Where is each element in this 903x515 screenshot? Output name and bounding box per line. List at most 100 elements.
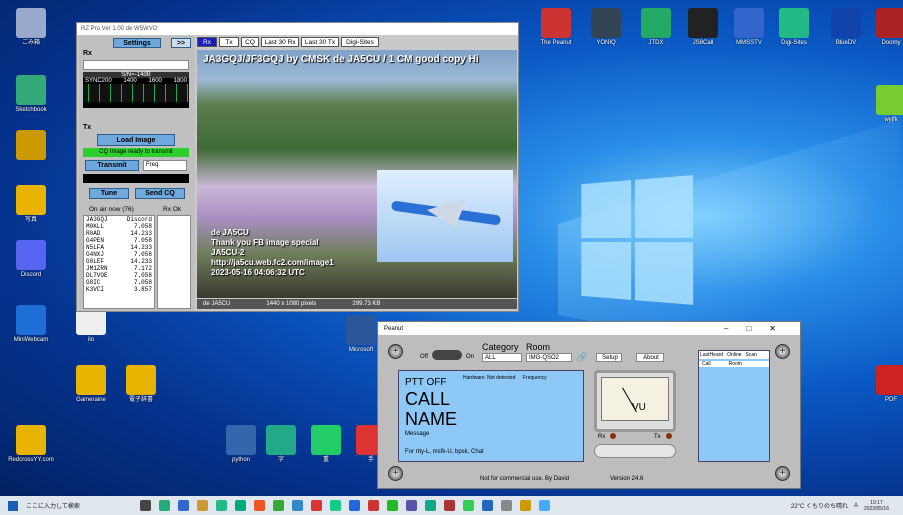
list-cell: 7.058: [133, 251, 152, 258]
tab-cq[interactable]: CQ: [241, 37, 259, 47]
desktop-icon[interactable]: MiniWebcam: [0, 305, 62, 344]
taskbar-app-icon[interactable]: [178, 500, 189, 511]
setup-button[interactable]: Setup: [596, 353, 622, 362]
peanut-titlebar[interactable]: Peanut –□✕: [378, 322, 800, 335]
onair-list[interactable]: JA3GQJ Discord M0KLL 7.058 R0AD 14.233 G4PEN 7.…: [83, 215, 155, 309]
link-icon[interactable]: 🔗: [576, 352, 587, 363]
overlay-line: http://ja5cu.web.fc2.com/image1: [211, 258, 334, 267]
tab-last-30-tx[interactable]: Last 30 Tx: [301, 37, 339, 47]
taskbar-app-icon[interactable]: [539, 500, 550, 511]
taskbar-app-icon[interactable]: [406, 500, 417, 511]
list-item[interactable]: G4NXJ 7.058: [84, 251, 154, 258]
taskbar-app-icon[interactable]: [140, 500, 151, 511]
screw-icon: +: [775, 344, 790, 359]
taskbar-app-icon[interactable]: [159, 500, 170, 511]
desktop-icon[interactable]: [0, 130, 62, 162]
tab-digi-sites[interactable]: Digi-Sites: [341, 37, 379, 47]
rx-label: Rx: [598, 434, 606, 440]
expand-button[interactable]: >>: [171, 38, 191, 48]
category-select[interactable]: ALL: [482, 353, 522, 362]
taskbar-apps: [136, 500, 554, 511]
load-image-button[interactable]: Load Image: [97, 134, 175, 146]
taskbar-app-icon[interactable]: [330, 500, 341, 511]
list-item[interactable]: G8IC 7.058: [84, 279, 154, 286]
desktop-icon[interactable]: Sketchbook: [0, 75, 62, 114]
rxok-list[interactable]: [157, 215, 191, 309]
taskbar-app-icon[interactable]: [273, 500, 284, 511]
list-item[interactable]: G0LEF 14.233: [84, 258, 154, 265]
list-cell: G0LEF: [86, 258, 105, 265]
settings-button[interactable]: Settings: [113, 38, 161, 48]
list-tabs: LastHeard Online Scan: [699, 351, 769, 359]
call-display: CALL: [405, 389, 451, 409]
volume-slider[interactable]: [594, 444, 676, 458]
list-tab[interactable]: Online: [727, 352, 741, 358]
rz-window[interactable]: RZ Pro Ver 1.00 de W5WVO Settings >> Rx …: [76, 22, 519, 312]
list-tab[interactable]: LastHeard: [700, 352, 723, 358]
desktop-icon[interactable]: wyjfk: [860, 85, 903, 124]
about-button[interactable]: About: [636, 353, 664, 362]
mode-select[interactable]: Freq: [143, 160, 187, 171]
taskbar-app-icon[interactable]: [216, 500, 227, 511]
desktop-icon[interactable]: ごみ箱: [0, 8, 62, 47]
desktop-icon[interactable]: RedcrossYY.com: [0, 425, 62, 464]
desktop-icon[interactable]: PDF: [860, 365, 903, 404]
taskbar-app-icon[interactable]: [311, 500, 322, 511]
taskbar-app-icon[interactable]: [387, 500, 398, 511]
list-item[interactable]: M0KLL 7.058: [84, 223, 154, 230]
taskbar-app-icon[interactable]: [425, 500, 436, 511]
desktop-icon[interactable]: Doomy: [860, 8, 903, 47]
waterfall[interactable]: S/N=-14dB SYNC200 1400 1600 1800: [83, 72, 189, 108]
clock[interactable]: 19:17 2023/05/16: [864, 500, 889, 512]
taskbar-app-icon[interactable]: [292, 500, 303, 511]
power-toggle[interactable]: [432, 350, 462, 360]
version-text: Version 24.6: [610, 476, 644, 482]
ime[interactable]: A: [854, 503, 858, 509]
list-item[interactable]: JA3GQJ Discord: [84, 216, 154, 223]
list-item[interactable]: K3VCI 3.857: [84, 286, 154, 293]
desktop-icon-label: MiniWebcam: [13, 337, 49, 343]
taskbar-app-icon[interactable]: [501, 500, 512, 511]
desktop-icon[interactable]: 写真: [0, 185, 62, 224]
list-cell: N5LFA: [86, 244, 105, 251]
ptt-status: PTT OFF: [405, 377, 447, 388]
tab-last-30-rx[interactable]: Last 30 Rx: [261, 37, 299, 47]
list-cell: 7.058: [133, 237, 152, 244]
app-icon: [16, 240, 46, 270]
list-item[interactable]: G4PEN 7.058: [84, 237, 154, 244]
weather[interactable]: 22°C くもりのち晴れ: [791, 501, 848, 510]
start-icon[interactable]: [8, 500, 18, 511]
search-box[interactable]: ここに入力して検索: [26, 501, 136, 510]
taskbar-app-icon[interactable]: [520, 500, 531, 511]
taskbar-app-icon[interactable]: [444, 500, 455, 511]
list-item[interactable]: JM1ZRN 7.172: [84, 265, 154, 272]
taskbar-app-icon[interactable]: [254, 500, 265, 511]
screw-icon: +: [388, 466, 403, 481]
tab-rx[interactable]: Rx: [197, 37, 217, 47]
list-tab[interactable]: Scan: [746, 352, 757, 358]
taskbar-app-icon[interactable]: [482, 500, 493, 511]
app-icon: [346, 315, 376, 345]
peanut-window[interactable]: Peanut –□✕ + + + + Off On Category Room …: [377, 321, 801, 489]
list-item[interactable]: N5LFA 14.233: [84, 244, 154, 251]
taskbar-app-icon[interactable]: [349, 500, 360, 511]
tune-button[interactable]: Tune: [89, 188, 129, 199]
col-room: Room: [728, 361, 742, 367]
room-select[interactable]: IMG-QSO2: [526, 353, 572, 362]
rz-titlebar[interactable]: RZ Pro Ver 1.00 de W5WVO: [77, 23, 518, 35]
taskbar-app-icon[interactable]: [463, 500, 474, 511]
send-cq-button[interactable]: Send CQ: [135, 188, 185, 199]
taskbar-app-icon[interactable]: [197, 500, 208, 511]
tab-tx[interactable]: Tx: [219, 37, 239, 47]
scale-1400: 1400: [123, 78, 137, 84]
station-list[interactable]: LastHeard Online Scan Call Room: [698, 350, 770, 462]
transmit-button[interactable]: Transmit: [85, 160, 139, 171]
taskbar-app-icon[interactable]: [235, 500, 246, 511]
scale-1600: 1600: [148, 78, 162, 84]
list-item[interactable]: DL7VOE 7.058: [84, 272, 154, 279]
desktop-icon[interactable]: 電子辞書: [110, 365, 172, 404]
taskbar-app-icon[interactable]: [368, 500, 379, 511]
window-controls[interactable]: –□✕: [724, 324, 794, 333]
desktop-icon[interactable]: Discord: [0, 240, 62, 279]
list-item[interactable]: R0AD 14.233: [84, 230, 154, 237]
